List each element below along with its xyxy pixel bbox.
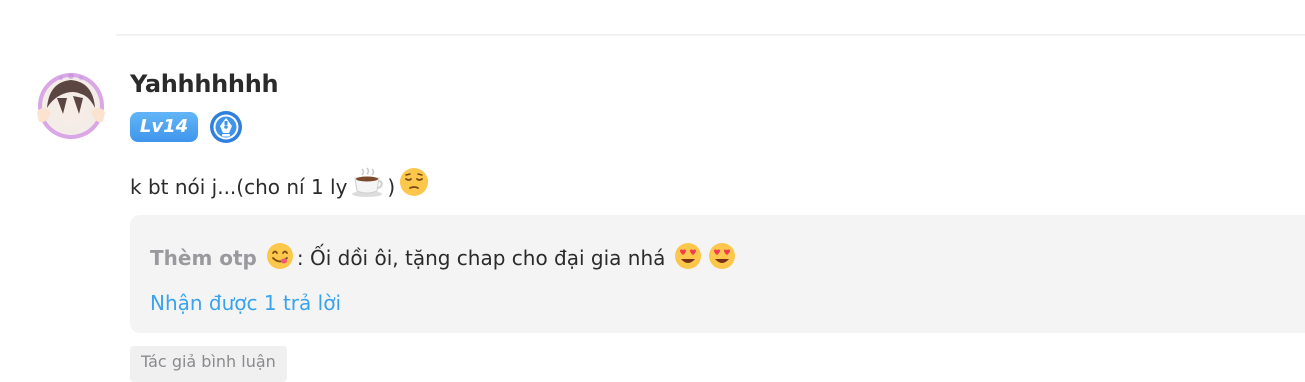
pensive-emoji-icon — [395, 166, 433, 208]
reply-author[interactable]: Thèm otp — [150, 246, 257, 270]
comment-text: k bt nói j...(cho ní 1 ly ) — [130, 167, 433, 207]
level-badge: Lv14 — [130, 112, 198, 142]
reply-line: Thèm otp : Ối dồi ôi, tặng chap cho đại … — [150, 242, 739, 274]
reply-preview-box[interactable]: Thèm otp : Ối dồi ôi, tặng chap cho đại … — [130, 215, 1305, 333]
heart-eyes-emoji-icon — [705, 241, 739, 276]
coffee-emoji-icon — [347, 167, 387, 207]
heart-eyes-emoji-icon — [671, 241, 705, 276]
top-divider — [116, 34, 1305, 36]
pen-nib-badge-icon — [209, 110, 243, 144]
comment-text-prefix: k bt nói j...(cho ní 1 ly — [130, 175, 348, 199]
username[interactable]: Yahhhhhhh — [130, 70, 279, 98]
reply-text: : Ối dồi ôi, tặng chap cho đại gia nhá — [296, 246, 666, 270]
yum-emoji-icon — [263, 241, 297, 276]
comment-text-suffix: ) — [387, 175, 396, 199]
avatar[interactable] — [33, 68, 109, 144]
author-tag: Tác giả bình luận — [130, 346, 287, 382]
reply-count-link[interactable]: Nhận được 1 trả lời — [150, 291, 341, 315]
